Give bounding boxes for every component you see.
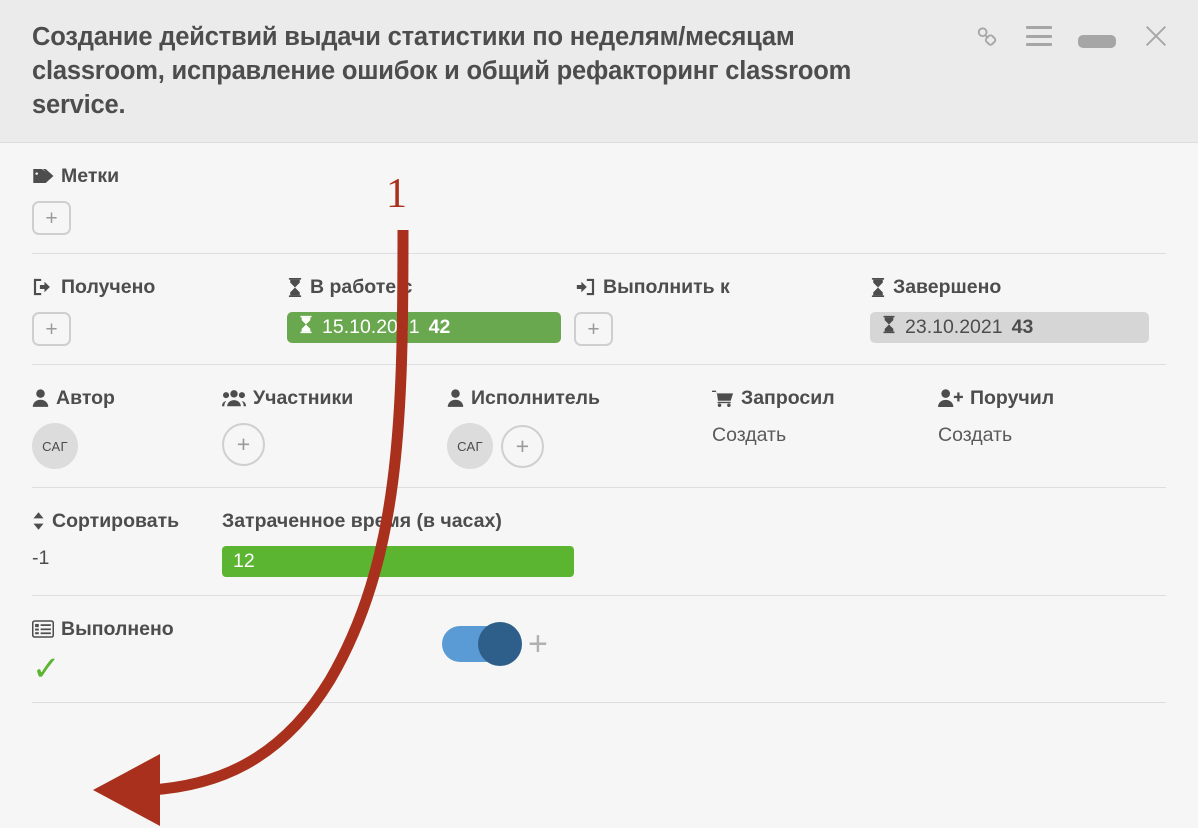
field-spent-time: Затраченное время (в часах) 12 <box>222 510 574 577</box>
in-progress-week-number: 42 <box>428 316 451 338</box>
delegated-title: Поручил <box>938 387 1054 409</box>
field-delegated: Поручил Создать <box>938 387 1054 447</box>
field-received: Получено + <box>32 276 287 346</box>
field-author: Автор САГ <box>32 387 222 469</box>
window-controls <box>974 22 1170 50</box>
assignee-label: Исполнитель <box>471 387 600 409</box>
sort-label: Сортировать <box>52 510 180 532</box>
delegated-label: Поручил <box>970 387 1055 409</box>
field-done-toggle: + <box>442 622 548 666</box>
page-title: Создание действий выдачи статистики по н… <box>32 23 852 119</box>
due-title: Выполнить к <box>574 276 870 298</box>
done-label: Выполнено <box>61 618 174 640</box>
completed-label: Завершено <box>893 276 1002 298</box>
sort-title: Сортировать <box>32 510 222 532</box>
in-progress-label: В работе с <box>310 276 413 298</box>
user-icon <box>32 388 49 408</box>
author-avatar[interactable]: САГ <box>32 423 78 469</box>
in-progress-title: В работе с <box>287 276 574 298</box>
hamburger-menu-icon[interactable] <box>1026 26 1052 46</box>
close-icon[interactable] <box>1142 22 1170 50</box>
section-people: Автор САГ Участники + Исполнитель САГ + … <box>32 365 1166 488</box>
window-header: Создание действий выдачи статистики по н… <box>0 0 1198 143</box>
add-assignee-button[interactable]: + <box>501 424 544 468</box>
requested-label: Запросил <box>741 387 835 409</box>
minimize-icon[interactable] <box>1078 25 1116 48</box>
spent-time-bar[interactable]: 12 <box>222 546 574 577</box>
add-done-button[interactable]: + <box>528 627 548 661</box>
add-due-date-button[interactable]: + <box>574 312 613 346</box>
section-labels: Метки + <box>32 143 1166 254</box>
completed-title: Завершено <box>870 276 1149 298</box>
link-icon[interactable] <box>974 23 1000 49</box>
done-title: Выполнено <box>32 618 442 640</box>
participants-label: Участники <box>253 387 354 409</box>
requested-create-link[interactable]: Создать <box>712 423 938 447</box>
received-label: Получено <box>61 276 156 298</box>
annotation-number: 1 <box>386 171 407 217</box>
user-plus-icon <box>938 388 963 408</box>
field-done: Выполнено ✓ <box>32 618 442 686</box>
section-sorting: Сортировать -1 Затраченное время (в часа… <box>32 488 1166 596</box>
assignee-avatar[interactable]: САГ <box>447 423 493 469</box>
hourglass-icon-small <box>299 315 313 340</box>
add-received-date-button[interactable]: + <box>32 312 71 346</box>
completed-date-value: 23.10.2021 <box>905 316 1003 338</box>
participants-title: Участники <box>222 387 447 409</box>
field-sort: Сортировать -1 <box>32 510 222 570</box>
add-label-button[interactable]: + <box>32 201 71 235</box>
user-icon <box>447 388 464 408</box>
field-requested: Запросил Создать <box>712 387 938 447</box>
tag-icon <box>32 167 54 185</box>
delegated-create-link[interactable]: Создать <box>938 423 1054 447</box>
sort-icon <box>32 511 45 531</box>
field-assignee: Исполнитель САГ + <box>447 387 712 469</box>
details-content: Метки + Получено + В работе с 15.10.2021… <box>0 143 1198 703</box>
labels-label: Метки <box>61 165 120 187</box>
done-checkmark[interactable]: ✓ <box>32 652 442 686</box>
section-done: Выполнено ✓ + <box>32 596 1166 703</box>
spent-time-label: Затраченное время (в часах) <box>222 510 502 532</box>
users-icon <box>222 389 246 407</box>
in-progress-date-badge[interactable]: 15.10.2021 42 <box>287 312 561 343</box>
add-participant-button[interactable]: + <box>222 423 265 466</box>
cart-icon <box>712 389 734 408</box>
field-in-progress: В работе с 15.10.2021 42 <box>287 276 574 343</box>
due-label: Выполнить к <box>603 276 730 298</box>
hourglass-icon <box>870 277 886 298</box>
section-dates: Получено + В работе с 15.10.2021 42 Выпо… <box>32 254 1166 365</box>
field-completed: Завершено 23.10.2021 43 <box>870 276 1149 343</box>
completed-date-badge[interactable]: 23.10.2021 43 <box>870 312 1149 343</box>
spent-time-title: Затраченное время (в часах) <box>222 510 574 532</box>
completed-week-number: 43 <box>1011 316 1034 338</box>
sign-out-icon <box>32 277 54 297</box>
assignee-title: Исполнитель <box>447 387 712 409</box>
field-due: Выполнить к + <box>574 276 870 346</box>
done-toggle-switch[interactable] <box>442 622 522 666</box>
in-progress-date-value: 15.10.2021 <box>322 316 420 338</box>
author-title: Автор <box>32 387 222 409</box>
sort-value[interactable]: -1 <box>32 546 222 570</box>
list-icon <box>32 620 54 638</box>
hourglass-icon <box>287 277 303 298</box>
field-participants: Участники + <box>222 387 447 466</box>
requested-title: Запросил <box>712 387 938 409</box>
author-label: Автор <box>56 387 115 409</box>
received-title: Получено <box>32 276 287 298</box>
annotation-arrow-head <box>93 754 160 826</box>
labels-title: Метки <box>32 165 1166 187</box>
hourglass-icon-small <box>882 315 896 340</box>
toggle-knob <box>478 622 522 666</box>
sign-in-icon <box>574 277 596 297</box>
